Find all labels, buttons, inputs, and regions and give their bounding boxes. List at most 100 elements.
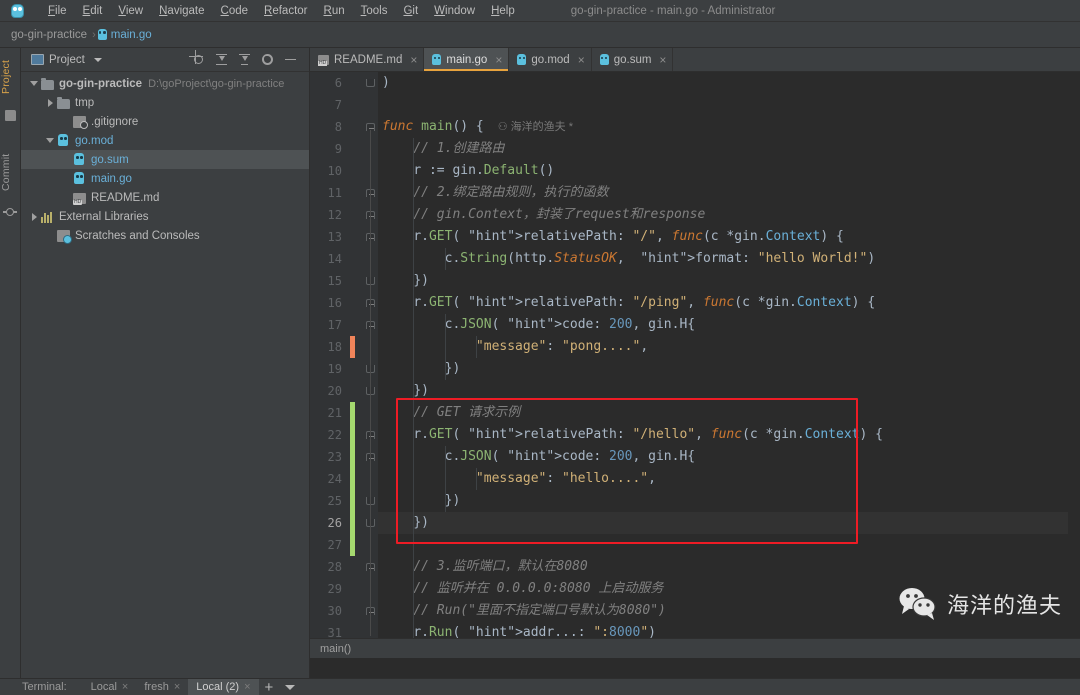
close-icon[interactable]: ×: [578, 53, 585, 67]
editor-tab-go-mod[interactable]: go.mod ×: [509, 48, 592, 71]
menu-run[interactable]: Run: [316, 3, 353, 19]
close-icon[interactable]: ×: [495, 53, 502, 67]
folder-icon[interactable]: [5, 110, 16, 121]
code-line[interactable]: r := gin.Default(): [378, 160, 1080, 182]
minimize-icon[interactable]: [284, 53, 297, 66]
terminal-tab-local[interactable]: Local ×: [83, 679, 137, 695]
collapse-all-icon[interactable]: [238, 53, 251, 66]
tree-twisty[interactable]: [27, 81, 41, 86]
code-line[interactable]: // GET 请求示例: [378, 402, 1080, 424]
menu-tools[interactable]: Tools: [353, 3, 396, 19]
sidebar-item-commit[interactable]: Commit: [0, 144, 21, 200]
tree-item-scratches-and-consoles[interactable]: Scratches and Consoles: [21, 226, 309, 245]
tree-item--gitignore[interactable]: .gitignore: [21, 112, 309, 131]
code-line[interactable]: "message": "pong....",: [378, 336, 1080, 358]
menu-edit[interactable]: Edit: [75, 3, 111, 19]
menu-view[interactable]: View: [110, 3, 151, 19]
code-editor[interactable]: 6 7 8 9 10 11 12 13 14 15 16 17 18 19 20 21 22 23 24 25 26 27…: [310, 72, 1080, 658]
code-line[interactable]: }): [378, 512, 1080, 534]
code-line[interactable]: }): [378, 380, 1080, 402]
tree-item-label: .gitignore: [91, 115, 139, 128]
code-line[interactable]: // 3.监听端口，默认在8080: [378, 556, 1080, 578]
code-line[interactable]: }): [378, 490, 1080, 512]
code-line[interactable]: }): [378, 270, 1080, 292]
line-number: 24: [327, 472, 342, 486]
commit-icon[interactable]: [3, 208, 17, 216]
breadcrumb-file[interactable]: main.go: [111, 29, 152, 41]
menu-navigate[interactable]: Navigate: [151, 3, 212, 19]
code-line[interactable]: func main() {⚇ 海洋的渔夫 *: [378, 116, 1080, 138]
goland-logo-icon: [6, 3, 28, 19]
code-line[interactable]: "message": "hello....",: [378, 468, 1080, 490]
vcs-marker-added[interactable]: [350, 534, 355, 556]
code-line[interactable]: r.GET( "hint">relativePath: "/", func(c …: [378, 226, 1080, 248]
code-line[interactable]: c.JSON( "hint">code: 200, gin.H{: [378, 446, 1080, 468]
expand-all-icon[interactable]: [215, 53, 228, 66]
menu-help[interactable]: Help: [483, 3, 523, 19]
close-icon[interactable]: ×: [659, 53, 666, 67]
chevron-right-icon: [47, 98, 53, 107]
vcs-marker-added[interactable]: [350, 490, 355, 512]
markdown-icon: [73, 192, 86, 205]
vcs-marker-modified[interactable]: [350, 336, 355, 358]
close-icon[interactable]: ×: [410, 53, 417, 67]
tree-item-label: README.md: [91, 191, 160, 204]
tree-item-readme-md[interactable]: README.md: [21, 188, 309, 207]
vcs-marker-added[interactable]: [350, 402, 355, 424]
code-breadcrumb-label[interactable]: main(): [320, 643, 351, 655]
code-line[interactable]: // 1.创建路由: [378, 138, 1080, 160]
editor-tab-readme-md[interactable]: README.md ×: [310, 48, 425, 71]
code-lines[interactable]: ) func main() {⚇ 海洋的渔夫 * // 1.创建路由 r := g…: [378, 72, 1080, 658]
code-line[interactable]: r.GET( "hint">relativePath: "/hello", fu…: [378, 424, 1080, 446]
chevron-down-icon[interactable]: [93, 57, 102, 62]
tree-item-go-sum[interactable]: go.sum: [21, 150, 309, 169]
indent-guide: [444, 314, 446, 380]
vcs-marker-added[interactable]: [350, 446, 355, 468]
menu-git[interactable]: Git: [395, 3, 426, 19]
tree-twisty[interactable]: [43, 98, 57, 107]
locate-icon[interactable]: [192, 53, 205, 66]
sidebar-item-project[interactable]: Project: [0, 50, 21, 104]
code-line[interactable]: r.GET( "hint">relativePath: "/ping", fun…: [378, 292, 1080, 314]
line-number: 8: [334, 120, 342, 134]
add-terminal-button[interactable]: +: [265, 680, 274, 695]
code-line[interactable]: c.JSON( "hint">code: 200, gin.H{: [378, 314, 1080, 336]
tree-item-go-mod[interactable]: go.mod: [21, 131, 309, 150]
tree-item-external-libraries[interactable]: External Libraries: [21, 207, 309, 226]
go-file-icon: [97, 29, 107, 40]
gear-icon[interactable]: [261, 53, 274, 66]
vcs-change-gutter[interactable]: [348, 72, 378, 658]
terminal-tab-fresh[interactable]: fresh ×: [136, 679, 188, 695]
code-line[interactable]: // 2.绑定路由规则，执行的函数: [378, 182, 1080, 204]
menu-window[interactable]: Window: [426, 3, 483, 19]
code-line[interactable]: [378, 94, 1080, 116]
menu-code[interactable]: Code: [213, 3, 257, 19]
editor-tab-go-sum[interactable]: go.sum ×: [592, 48, 674, 71]
menu-refactor[interactable]: Refactor: [256, 3, 315, 19]
code-line[interactable]: [378, 534, 1080, 556]
wechat-icon: [899, 588, 936, 620]
editor-tab-main-go[interactable]: main.go ×: [424, 48, 510, 71]
fold-end-icon[interactable]: [366, 79, 375, 87]
menu-file[interactable]: File: [40, 3, 75, 19]
code-line[interactable]: c.String(http.StatusOK, "hint">format: "…: [378, 248, 1080, 270]
vcs-marker-added[interactable]: [350, 512, 355, 534]
code-line[interactable]: ): [378, 72, 1080, 94]
terminal-tab-local-2[interactable]: Local (2) ×: [188, 678, 259, 695]
tree-item-tmp[interactable]: tmp: [21, 93, 309, 112]
tree-item-main-go[interactable]: main.go: [21, 169, 309, 188]
line-number: 13: [327, 230, 342, 244]
project-view-icon: [31, 54, 44, 65]
tree-item-go-gin-practice[interactable]: go-gin-practice D:\goProject\go-gin-pract…: [21, 74, 309, 93]
error-stripe[interactable]: [1068, 144, 1080, 658]
terminal-label: Terminal:: [22, 681, 67, 693]
code-line[interactable]: // gin.Context，封装了request和response: [378, 204, 1080, 226]
vcs-marker-added[interactable]: [350, 424, 355, 446]
code-line[interactable]: }): [378, 358, 1080, 380]
vcs-marker-added[interactable]: [350, 468, 355, 490]
tree-twisty[interactable]: [27, 212, 41, 221]
tree-twisty[interactable]: [43, 138, 57, 143]
code-folding-gutter[interactable]: [362, 72, 378, 658]
breadcrumb-project[interactable]: go-gin-practice: [8, 28, 90, 42]
chevron-down-icon[interactable]: [285, 684, 296, 690]
